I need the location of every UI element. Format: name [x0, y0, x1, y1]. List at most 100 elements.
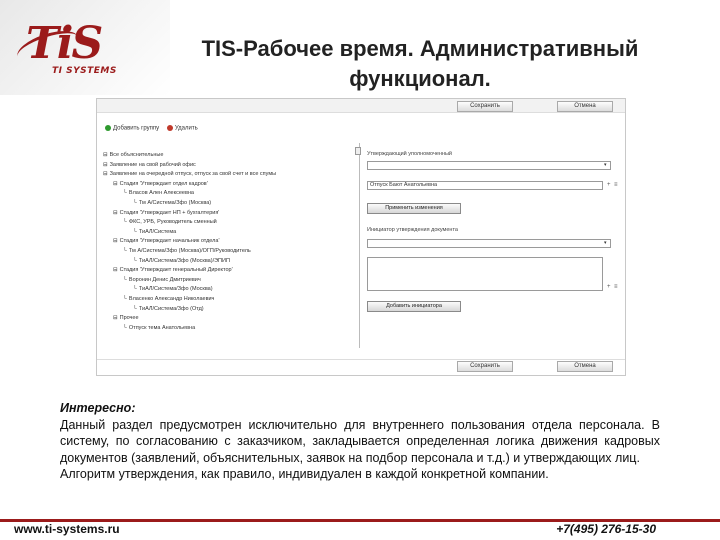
tree-node[interactable]: └ Отпуск тема Анатольевна [103, 324, 353, 334]
tree-node[interactable]: └ Власенко Александр Николаевич [103, 295, 353, 305]
chevron-down-icon: ▾ [604, 162, 607, 168]
tree-branch-icon: └ [123, 190, 127, 197]
tree-node-label: Стадия 'Утверждает генеральный Директор' [119, 267, 233, 274]
tree-node[interactable]: ⊟ Стадия 'Утверждает генеральный Директор… [103, 266, 353, 276]
tree-node-label: Власенко Александр Николаевич [128, 295, 215, 302]
delete-button[interactable]: Удалить [166, 125, 198, 132]
add-group-label: Добавить группу [113, 125, 160, 132]
tree-branch-icon: └ [123, 324, 127, 331]
tree-node-label: Прочее [119, 315, 139, 322]
tree-node-label: Тм А/Система/Зфо (Москва) [138, 199, 212, 206]
expand-icon[interactable]: ⊟ [113, 267, 118, 273]
delete-label: Удалить [174, 125, 198, 132]
approver-select[interactable]: ▾ [367, 161, 611, 170]
tree-node[interactable]: ⊟ Все объяснительные [103, 151, 353, 161]
add-icon [105, 125, 111, 131]
save-button-top[interactable]: Сохранить [457, 101, 513, 112]
tree-node[interactable]: ⊟ Заявление на свой рабочий офис [103, 161, 353, 171]
tree-node[interactable]: ⊟ Стадия 'Утверждает отдел кадров' [103, 180, 353, 190]
tree-toolbar: Добавить группу Удалить [105, 125, 204, 132]
tree-node-label: ТиАЛ/Система/Зфо (Москва) [138, 286, 213, 293]
add-initiator-button[interactable]: Добавить инициатора [367, 301, 461, 312]
tree-branch-icon: └ [133, 286, 137, 293]
tree-node[interactable]: ⊟ Прочее [103, 314, 353, 324]
tree-node[interactable]: ⊟ Заявление на очередной отпуск, отпуск з… [103, 170, 353, 180]
expand-icon[interactable]: ⊟ [113, 238, 118, 244]
tree-node-label: ФКС, УРБ, Руководитель сменный [128, 219, 217, 226]
cancel-button-top[interactable]: Отмена [557, 101, 613, 112]
apply-changes-button[interactable]: Применить изменения [367, 203, 461, 214]
add-small-icon[interactable]: + [607, 284, 612, 290]
title-line-1: TIS-Рабочее время. Административный [201, 36, 639, 61]
note-body-2: Алгоритм утверждения, как правило, индив… [60, 467, 549, 481]
approval-tree: ⊟ Все объяснительные ⊟ Заявление на свой ра… [103, 151, 353, 333]
footer-phone: +7(495) 276-15-30 [556, 522, 656, 536]
initiator-list[interactable] [367, 257, 603, 291]
tree-node-label: Заявление на свой рабочий офис [109, 161, 196, 168]
screenshot-topbar [97, 99, 625, 113]
tree-branch-icon: └ [133, 228, 137, 235]
delete-icon [166, 125, 173, 131]
screenshot-bottombar [97, 359, 625, 375]
tree-node-label: Заявление на очередной отпуск, отпуск за… [109, 171, 277, 178]
cancel-button-bottom[interactable]: Отмена [557, 361, 613, 372]
expand-icon[interactable]: ⊟ [113, 315, 118, 321]
expand-icon[interactable]: ⊟ [103, 171, 108, 177]
tree-node[interactable]: └ Власов Ален Алексеевна [103, 189, 353, 199]
tree-node[interactable]: └ Воронин Денис Дмитриевич [103, 276, 353, 286]
initiator-select[interactable]: ▾ [367, 239, 611, 248]
tree-node[interactable]: └ ТиАЛ/Система [103, 228, 353, 238]
panel-splitter[interactable] [359, 143, 360, 348]
approver-input[interactable]: Отпуск Бают Анатольевна [367, 181, 603, 190]
app-screenshot: Сохранить Отмена Добавить группу Удалить… [96, 98, 626, 376]
note-body: Данный раздел предусмотрен исключительно… [60, 417, 660, 465]
tree-node[interactable]: └ ТиАЛ/Система/Зфо (Отд) [103, 305, 353, 315]
tree-node[interactable]: └ ФКС, УРБ, Руководитель сменный [103, 218, 353, 228]
tree-branch-icon: └ [133, 257, 137, 264]
expand-icon[interactable]: ⊟ [103, 152, 108, 158]
expand-icon[interactable]: ⊟ [103, 162, 108, 168]
tree-node-label: Стадия 'Утверждает отдел кадров' [119, 180, 208, 187]
tree-node-label: ТиАЛ/Система/Зфо (Москва)/ЭПИП [138, 257, 230, 264]
tree-node[interactable]: ⊟ Стадия 'Утверждает НП + бухгалтерия' [103, 209, 353, 219]
tree-node-label: Стадия 'Утверждает начальник отдела' [119, 238, 220, 245]
logo-subtitle: TI SYSTEMS [52, 66, 117, 76]
tree-node-label: Отпуск тема Анатольевна [128, 324, 196, 331]
tree-branch-icon: └ [133, 199, 137, 206]
footer-website[interactable]: www.ti-systems.ru [14, 522, 120, 536]
tree-node-label: ТиАЛ/Система [138, 228, 177, 235]
tree-branch-icon: └ [123, 276, 127, 283]
add-small-icon[interactable]: + [607, 182, 612, 188]
tree-branch-icon: └ [133, 305, 137, 312]
tree-node-label: Стадия 'Утверждает НП + бухгалтерия' [119, 209, 220, 216]
initiator-label: Инициатор утверждения документа [367, 227, 458, 233]
tree-node[interactable]: ⊟ Стадия 'Утверждает начальник отдела' [103, 237, 353, 247]
tree-node-label: Все объяснительные [109, 152, 164, 158]
company-logo: TiS TI SYSTEMS [13, 18, 142, 80]
tree-node-label: Воронин Денис Дмитриевич [128, 276, 201, 283]
tree-node[interactable]: └ ТиАЛ/Система/Зфо (Москва) [103, 285, 353, 295]
splitter-handle[interactable] [355, 147, 361, 155]
tree-node-label: ТиАЛ/Система/Зфо (Отд) [138, 305, 204, 312]
tree-branch-icon: └ [123, 219, 127, 226]
list-small-icon[interactable]: ≡ [614, 284, 619, 290]
tree-node[interactable]: └ Тм А/Система/Зфо (Москва)/ОГП/Руководит… [103, 247, 353, 257]
info-note: Интересно: Данный раздел предусмотрен ис… [60, 400, 660, 483]
list-small-icon[interactable]: ≡ [614, 182, 619, 188]
tree-node[interactable]: └ ТиАЛ/Система/Зфо (Москва)/ЭПИП [103, 257, 353, 267]
tree-branch-icon: └ [123, 247, 127, 254]
tree-node-label: Тм А/Система/Зфо (Москва)/ОГП/Руководите… [128, 247, 251, 254]
expand-icon[interactable]: ⊟ [113, 210, 118, 216]
logo-text: TiS [26, 18, 103, 69]
page-title: TIS-Рабочее время. Административный функ… [180, 34, 660, 94]
approver-label: Утверждающий уполномоченный [367, 151, 452, 157]
tree-branch-icon: └ [123, 295, 127, 302]
expand-icon[interactable]: ⊟ [113, 181, 118, 187]
add-group-button[interactable]: Добавить группу [105, 125, 159, 132]
save-button-bottom[interactable]: Сохранить [457, 361, 513, 372]
tree-node-label: Власов Ален Алексеевна [128, 190, 194, 197]
title-line-2: функционал. [349, 66, 491, 91]
note-heading: Интересно: [60, 401, 136, 415]
tree-node[interactable]: └ Тм А/Система/Зфо (Москва) [103, 199, 353, 209]
chevron-down-icon: ▾ [604, 240, 607, 246]
